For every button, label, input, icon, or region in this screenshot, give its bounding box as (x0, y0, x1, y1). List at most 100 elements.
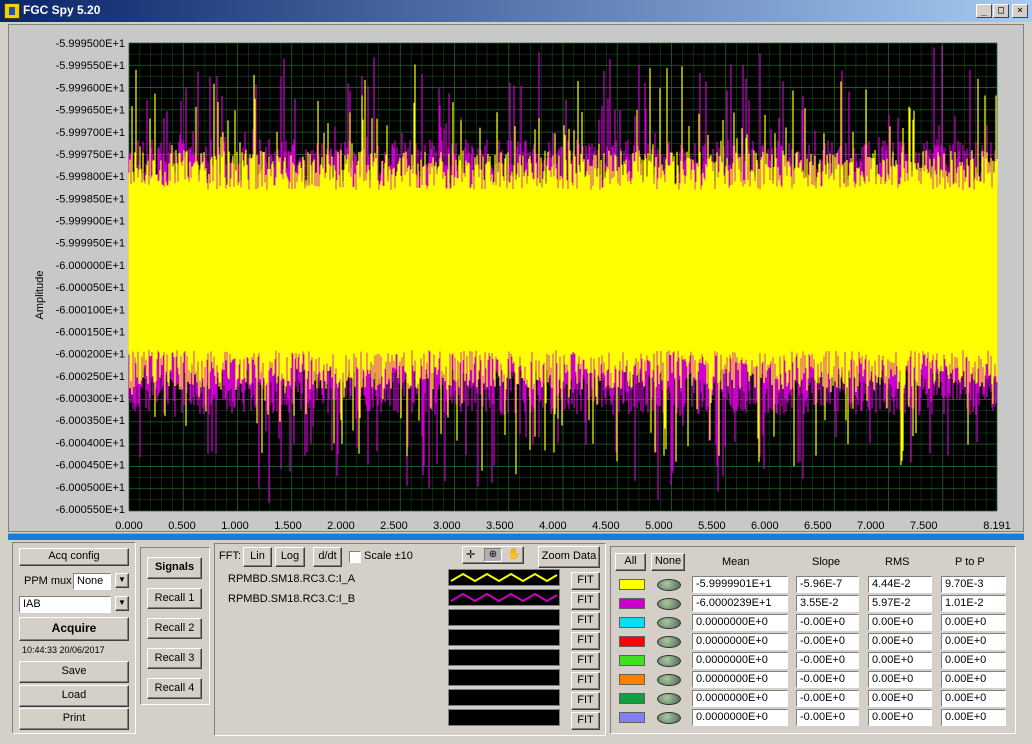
save-button[interactable]: Save (19, 661, 129, 683)
minimize-button[interactable]: _ (976, 4, 992, 18)
p-to-p-value: 0.00E+0 (941, 671, 1006, 688)
slope-value: 3.55E-2 (796, 595, 859, 612)
rms-value: 4.44E-2 (868, 576, 932, 593)
trace-color-swatch[interactable] (619, 674, 645, 685)
y-tick-label: -5.999550E+1 (56, 60, 125, 72)
zoom-data-button[interactable]: Zoom Data (538, 546, 600, 568)
trace-visibility-toggle[interactable] (657, 579, 681, 591)
fit-button[interactable]: FIT (571, 592, 600, 610)
x-tick-label: 4.500 (592, 520, 620, 532)
recall-4-button[interactable]: Recall 4 (147, 678, 202, 699)
signal-waveform-preview (448, 609, 560, 626)
trace-color-swatch[interactable] (619, 712, 645, 723)
trace-color-swatch[interactable] (619, 655, 645, 666)
waveform-graph[interactable]: -5.999500E+1 -5.999550E+1 -5.999600E+1 -5.9… (8, 24, 1024, 532)
x-tick-label: 3.500 (486, 520, 514, 532)
x-tick-label: 4.000 (539, 520, 567, 532)
slope-value: -0.00E+0 (796, 690, 859, 707)
mean-value: 0.0000000E+0 (692, 652, 788, 669)
acquire-button[interactable]: Acquire (19, 617, 129, 641)
signal-select-field[interactable]: IAB (19, 596, 111, 613)
trace-color-swatch[interactable] (619, 693, 645, 704)
mean-value: 0.0000000E+0 (692, 690, 788, 707)
window-title: FGC Spy 5.20 (23, 3, 101, 17)
fft-lin-button[interactable]: Lin (243, 547, 272, 567)
trace-color-swatch[interactable] (619, 579, 645, 590)
fit-button[interactable]: FIT (571, 572, 600, 590)
y-tick-label: -6.000350E+1 (56, 415, 125, 427)
acq-config-button[interactable]: Acq config (19, 548, 129, 566)
trace-visibility-toggle[interactable] (657, 655, 681, 667)
p-to-p-value: 0.00E+0 (941, 652, 1006, 669)
fit-button[interactable]: FIT (571, 632, 600, 650)
y-tick-label: -5.999750E+1 (56, 149, 125, 161)
signal-select-dropdown-icon[interactable]: ▼ (115, 596, 129, 611)
fft-log-button[interactable]: Log (275, 547, 305, 567)
rms-value: 0.00E+0 (868, 652, 932, 669)
fit-button[interactable]: FIT (571, 652, 600, 670)
acquisition-timestamp: 10:44:33 20/06/2017 (22, 645, 105, 655)
signal-waveform-preview (448, 569, 560, 586)
p-to-p-value: 0.00E+0 (941, 690, 1006, 707)
fit-button[interactable]: FIT (571, 672, 600, 690)
y-tick-label: -6.000000E+1 (56, 260, 125, 272)
x-tick-label: 0.500 (168, 520, 196, 532)
select-all-button[interactable]: All (615, 553, 646, 571)
x-tick-label: 7.500 (910, 520, 938, 532)
trace-visibility-toggle[interactable] (657, 712, 681, 724)
graph-scrollbar[interactable] (8, 533, 1024, 540)
load-button[interactable]: Load (19, 685, 129, 707)
y-tick-label: -5.999950E+1 (56, 238, 125, 250)
mean-value: 0.0000000E+0 (692, 709, 788, 726)
derivative-button[interactable]: d/dt (313, 547, 342, 567)
x-tick-label: 5.000 (645, 520, 673, 532)
p-to-p-header: P to P (955, 556, 985, 568)
trace-visibility-toggle[interactable] (657, 598, 681, 610)
trace-visibility-toggle[interactable] (657, 636, 681, 648)
y-tick-label: -6.000250E+1 (56, 371, 125, 383)
mean-value: 0.0000000E+0 (692, 614, 788, 631)
y-tick-label: -6.000100E+1 (56, 304, 125, 316)
maximize-button[interactable]: □ (993, 4, 1009, 18)
y-tick-label: -5.999500E+1 (56, 38, 125, 50)
print-button[interactable]: Print (19, 708, 129, 730)
signals-button[interactable]: Signals (147, 557, 202, 579)
x-tick-label: 6.000 (751, 520, 779, 532)
y-tick-label: -6.000150E+1 (56, 326, 125, 338)
x-tick-label: 1.000 (221, 520, 249, 532)
signal-waveform-preview (448, 629, 560, 646)
y-tick-label: -6.000050E+1 (56, 282, 125, 294)
x-tick-label: 0.000 (115, 520, 143, 532)
fit-button[interactable]: FIT (571, 612, 600, 630)
fit-button[interactable]: FIT (571, 692, 600, 710)
recall-3-button[interactable]: Recall 3 (147, 648, 202, 669)
trace-color-swatch[interactable] (619, 636, 645, 647)
y-tick-label: -5.999700E+1 (56, 127, 125, 139)
title-bar[interactable]: FGC Spy 5.20 _ □ × (0, 0, 1032, 22)
p-to-p-value: 0.00E+0 (941, 709, 1006, 726)
ppm-mux-field[interactable]: None (73, 573, 111, 590)
signal-waveform-preview (448, 689, 560, 706)
trace-visibility-toggle[interactable] (657, 617, 681, 629)
pan-hand-icon[interactable]: ✋ (507, 547, 521, 560)
p-to-p-value: 0.00E+0 (941, 614, 1006, 631)
trace-visibility-toggle[interactable] (657, 693, 681, 705)
trace-visibility-toggle[interactable] (657, 674, 681, 686)
mean-value: 0.0000000E+0 (692, 633, 788, 650)
scale-checkbox[interactable] (349, 551, 361, 563)
recall-1-button[interactable]: Recall 1 (147, 588, 202, 609)
trace-color-swatch[interactable] (619, 617, 645, 628)
recall-2-button[interactable]: Recall 2 (147, 618, 202, 639)
fit-button[interactable]: FIT (571, 712, 600, 730)
ppm-mux-dropdown-icon[interactable]: ▼ (115, 573, 129, 588)
zoom-icon[interactable]: ⊕ (484, 548, 502, 562)
fft-label: FFT: (219, 550, 241, 562)
graph-canvas[interactable]: -5.999500E+1 -5.999550E+1 -5.999600E+1 -5.9… (9, 25, 1025, 533)
trace-color-swatch[interactable] (619, 598, 645, 609)
y-tick-label: -5.999850E+1 (56, 193, 125, 205)
close-button[interactable]: × (1012, 4, 1028, 18)
select-none-button[interactable]: None (651, 553, 685, 571)
y-tick-label: -6.000450E+1 (56, 460, 125, 472)
crosshair-icon[interactable]: ✛ (466, 548, 475, 561)
rms-value: 0.00E+0 (868, 709, 932, 726)
